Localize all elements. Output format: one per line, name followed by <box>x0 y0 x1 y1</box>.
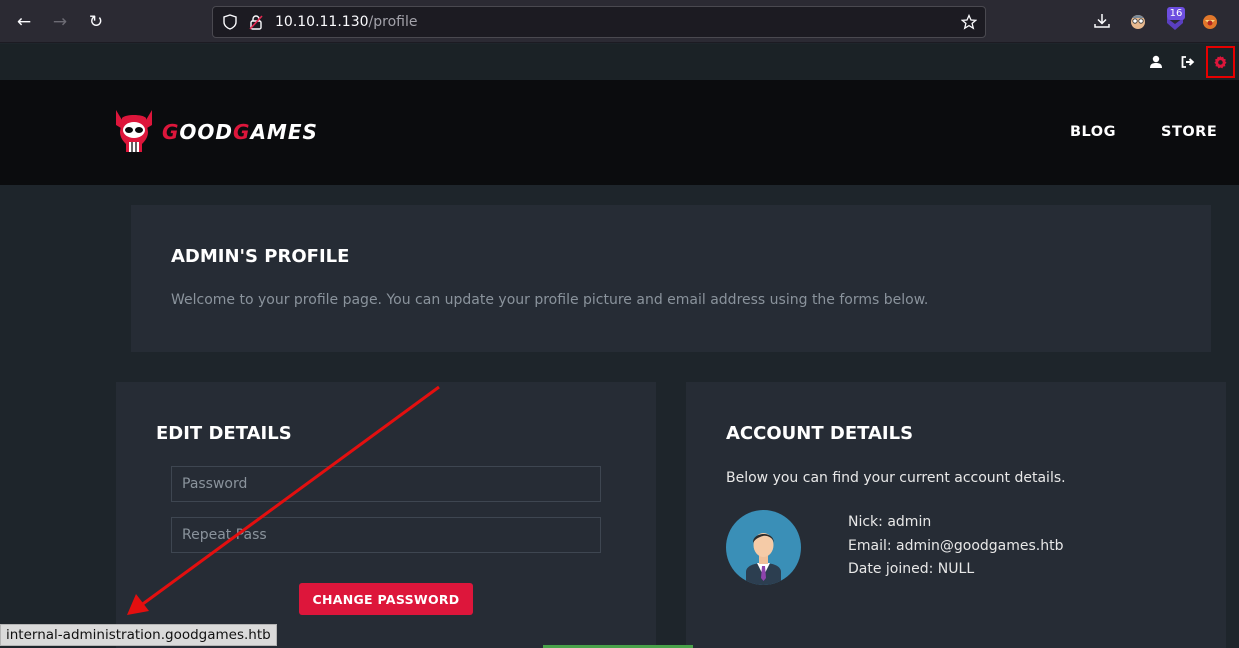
account-date-joined: Date joined: NULL <box>848 561 975 577</box>
top-utility-bar <box>0 44 1239 80</box>
forward-icon[interactable]: → <box>47 9 73 35</box>
extension-face-icon[interactable] <box>1129 12 1147 30</box>
account-nick: Nick: admin <box>848 514 932 530</box>
logo-letter-g: G <box>162 120 180 144</box>
browser-toolbar: ← → ↻ 10.10.11.130/profile 16 <box>0 0 1239 43</box>
change-password-button[interactable]: CHANGE PASSWORD <box>299 583 473 615</box>
account-details-title: ACCOUNT DETAILS <box>726 423 914 444</box>
page-title: ADMIN'S PROFILE <box>171 246 350 267</box>
gear-icon[interactable] <box>1213 55 1227 69</box>
brand-logo-text[interactable]: GOODGAMES <box>162 120 318 144</box>
url-path: /profile <box>368 14 418 30</box>
url-text: 10.10.11.130/profile <box>275 14 417 30</box>
link-status-bar: internal-administration.goodgames.htb <box>0 624 277 646</box>
avatar <box>726 510 801 585</box>
logout-icon[interactable] <box>1180 54 1196 70</box>
logo-part-ames: AMES <box>250 120 318 144</box>
repeat-password-field[interactable] <box>171 517 601 553</box>
skull-logo-icon[interactable] <box>113 108 155 156</box>
password-field[interactable] <box>171 466 601 502</box>
url-host: 10.10.11.130 <box>275 14 369 30</box>
user-icon[interactable] <box>1148 54 1164 70</box>
nav-store-link[interactable]: STORE <box>1161 124 1217 140</box>
edit-details-title: EDIT DETAILS <box>156 423 292 444</box>
account-email: Email: admin@goodgames.htb <box>848 538 1064 554</box>
logo-letter-g2: G <box>233 120 251 144</box>
reload-icon[interactable]: ↻ <box>83 9 109 35</box>
download-icon[interactable] <box>1093 12 1111 30</box>
logo-part-ood: OOD <box>179 120 234 144</box>
profile-intro-card <box>131 205 1211 352</box>
extension-badge: 16 <box>1167 7 1185 20</box>
back-icon[interactable]: ← <box>11 9 37 35</box>
extension-fox-icon[interactable] <box>1201 12 1219 30</box>
profile-welcome-text: Welcome to your profile page. You can up… <box>171 292 929 308</box>
lock-icon[interactable] <box>248 14 264 30</box>
nav-blog-link[interactable]: BLOG <box>1070 124 1116 140</box>
account-intro-text: Below you can find your current account … <box>726 470 1066 486</box>
star-icon[interactable] <box>961 14 977 30</box>
shield-icon[interactable] <box>222 14 238 30</box>
address-bar[interactable]: 10.10.11.130/profile <box>212 6 986 38</box>
